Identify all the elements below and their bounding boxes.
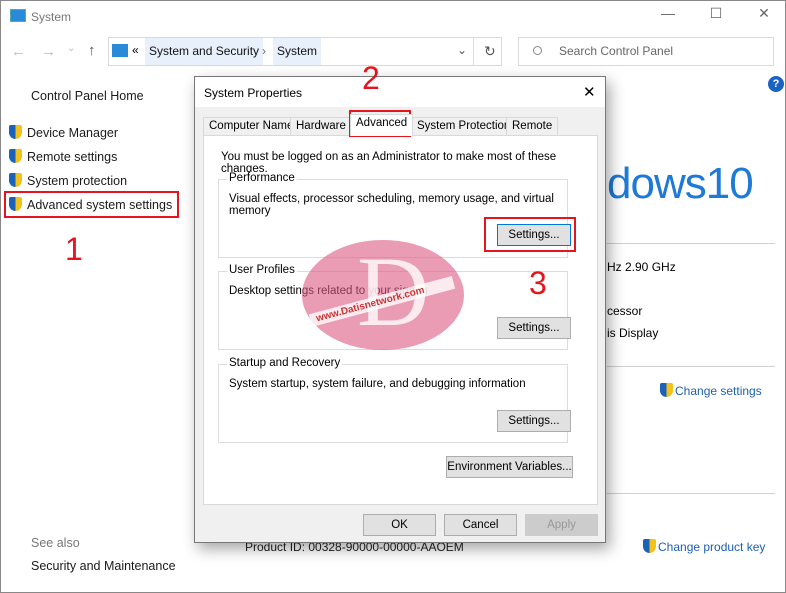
cancel-button[interactable]: Cancel: [444, 514, 517, 536]
breadcrumb-system[interactable]: System: [273, 38, 322, 65]
change-settings-link[interactable]: Change settings: [660, 383, 762, 398]
label: Change product key: [658, 540, 766, 554]
close-button[interactable]: ✕: [749, 5, 779, 22]
refresh-button[interactable]: ↻: [484, 43, 496, 60]
dialog-titlebar: System Properties: [195, 77, 605, 107]
shield-icon: [9, 125, 22, 139]
overflow-chevron[interactable]: «: [132, 43, 139, 57]
apply-button[interactable]: Apply: [525, 514, 598, 536]
group-description: System startup, system failure, and debu…: [229, 378, 526, 390]
breadcrumb-separator[interactable]: ›: [262, 44, 266, 58]
divider: [607, 243, 775, 244]
search-placeholder: Search Control Panel: [559, 44, 674, 58]
user-profiles-settings-button[interactable]: Settings...: [497, 317, 571, 339]
see-also-heading: See also: [31, 536, 80, 550]
startup-recovery-group: Startup and Recovery System startup, sys…: [218, 357, 571, 443]
search-input[interactable]: Search Control Panel: [518, 37, 774, 66]
minimize-button[interactable]: —: [653, 5, 683, 21]
watermark-logo: D www.Datisnetwork.com: [302, 240, 464, 350]
label: System protection: [27, 174, 128, 188]
group-label: Startup and Recovery: [227, 357, 343, 369]
label: Device Manager: [27, 126, 119, 140]
dialog-title: System Properties: [204, 86, 303, 100]
control-panel-home-link[interactable]: Control Panel Home: [31, 89, 144, 103]
processor-speed: Hz 2.90 GHz: [607, 260, 676, 274]
system-type: cessor: [607, 304, 643, 318]
group-description: Visual effects, processor scheduling, me…: [229, 193, 554, 217]
group-label: Performance: [227, 172, 297, 184]
divider: [607, 366, 775, 367]
shield-icon: [9, 173, 22, 187]
group-label: User Profiles: [227, 264, 297, 276]
address-dropdown[interactable]: ⌄: [457, 43, 467, 57]
search-icon: [533, 46, 542, 55]
highlight-box-step3: [484, 217, 576, 252]
tab-hardware[interactable]: Hardware: [290, 117, 352, 136]
recent-locations-button[interactable]: ⌄: [67, 43, 75, 54]
window-title: System: [31, 10, 72, 24]
sidebar-item-remote-settings[interactable]: Remote settings: [9, 149, 117, 164]
windows-10-logo: dows10: [607, 159, 754, 208]
pen-touch: is Display: [607, 326, 659, 340]
help-icon[interactable]: ?: [768, 76, 784, 92]
address-bar[interactable]: « System and Security › System ⌄ ↻: [108, 37, 502, 66]
sidebar-item-device-manager[interactable]: Device Manager: [9, 125, 118, 140]
dialog-close-button[interactable]: ✕: [583, 83, 596, 101]
step-2-label: 2: [362, 60, 380, 96]
startup-settings-button[interactable]: Settings...: [497, 410, 571, 432]
label: Change settings: [675, 384, 762, 398]
breadcrumb-system-and-security[interactable]: System and Security: [145, 38, 264, 65]
shield-icon: [9, 149, 22, 163]
shield-icon: [660, 383, 673, 397]
divider: [607, 493, 775, 494]
divider: [473, 38, 474, 65]
highlight-box-step1: [4, 191, 179, 218]
change-product-key-link[interactable]: Change product key: [643, 539, 765, 554]
tab-computer-name[interactable]: Computer Name: [203, 117, 300, 136]
forward-button[interactable]: →: [41, 43, 56, 60]
step-1-label: 1: [65, 231, 83, 267]
environment-variables-button[interactable]: Environment Variables...: [446, 456, 573, 478]
tab-system-protection[interactable]: System Protection: [411, 117, 517, 136]
up-button[interactable]: ↑: [88, 42, 96, 59]
sidebar-item-system-protection[interactable]: System protection: [9, 173, 127, 188]
maximize-button[interactable]: ☐: [701, 5, 731, 22]
step-3-label: 3: [529, 265, 547, 301]
computer-icon: [112, 44, 128, 57]
back-button[interactable]: ←: [11, 43, 26, 60]
computer-icon: [10, 9, 26, 22]
ok-button[interactable]: OK: [363, 514, 436, 536]
shield-icon: [643, 539, 656, 553]
security-and-maintenance-link[interactable]: Security and Maintenance: [31, 559, 176, 573]
label: Remote settings: [27, 150, 118, 164]
tab-advanced[interactable]: Advanced: [350, 114, 414, 136]
tab-remote[interactable]: Remote: [506, 117, 559, 136]
